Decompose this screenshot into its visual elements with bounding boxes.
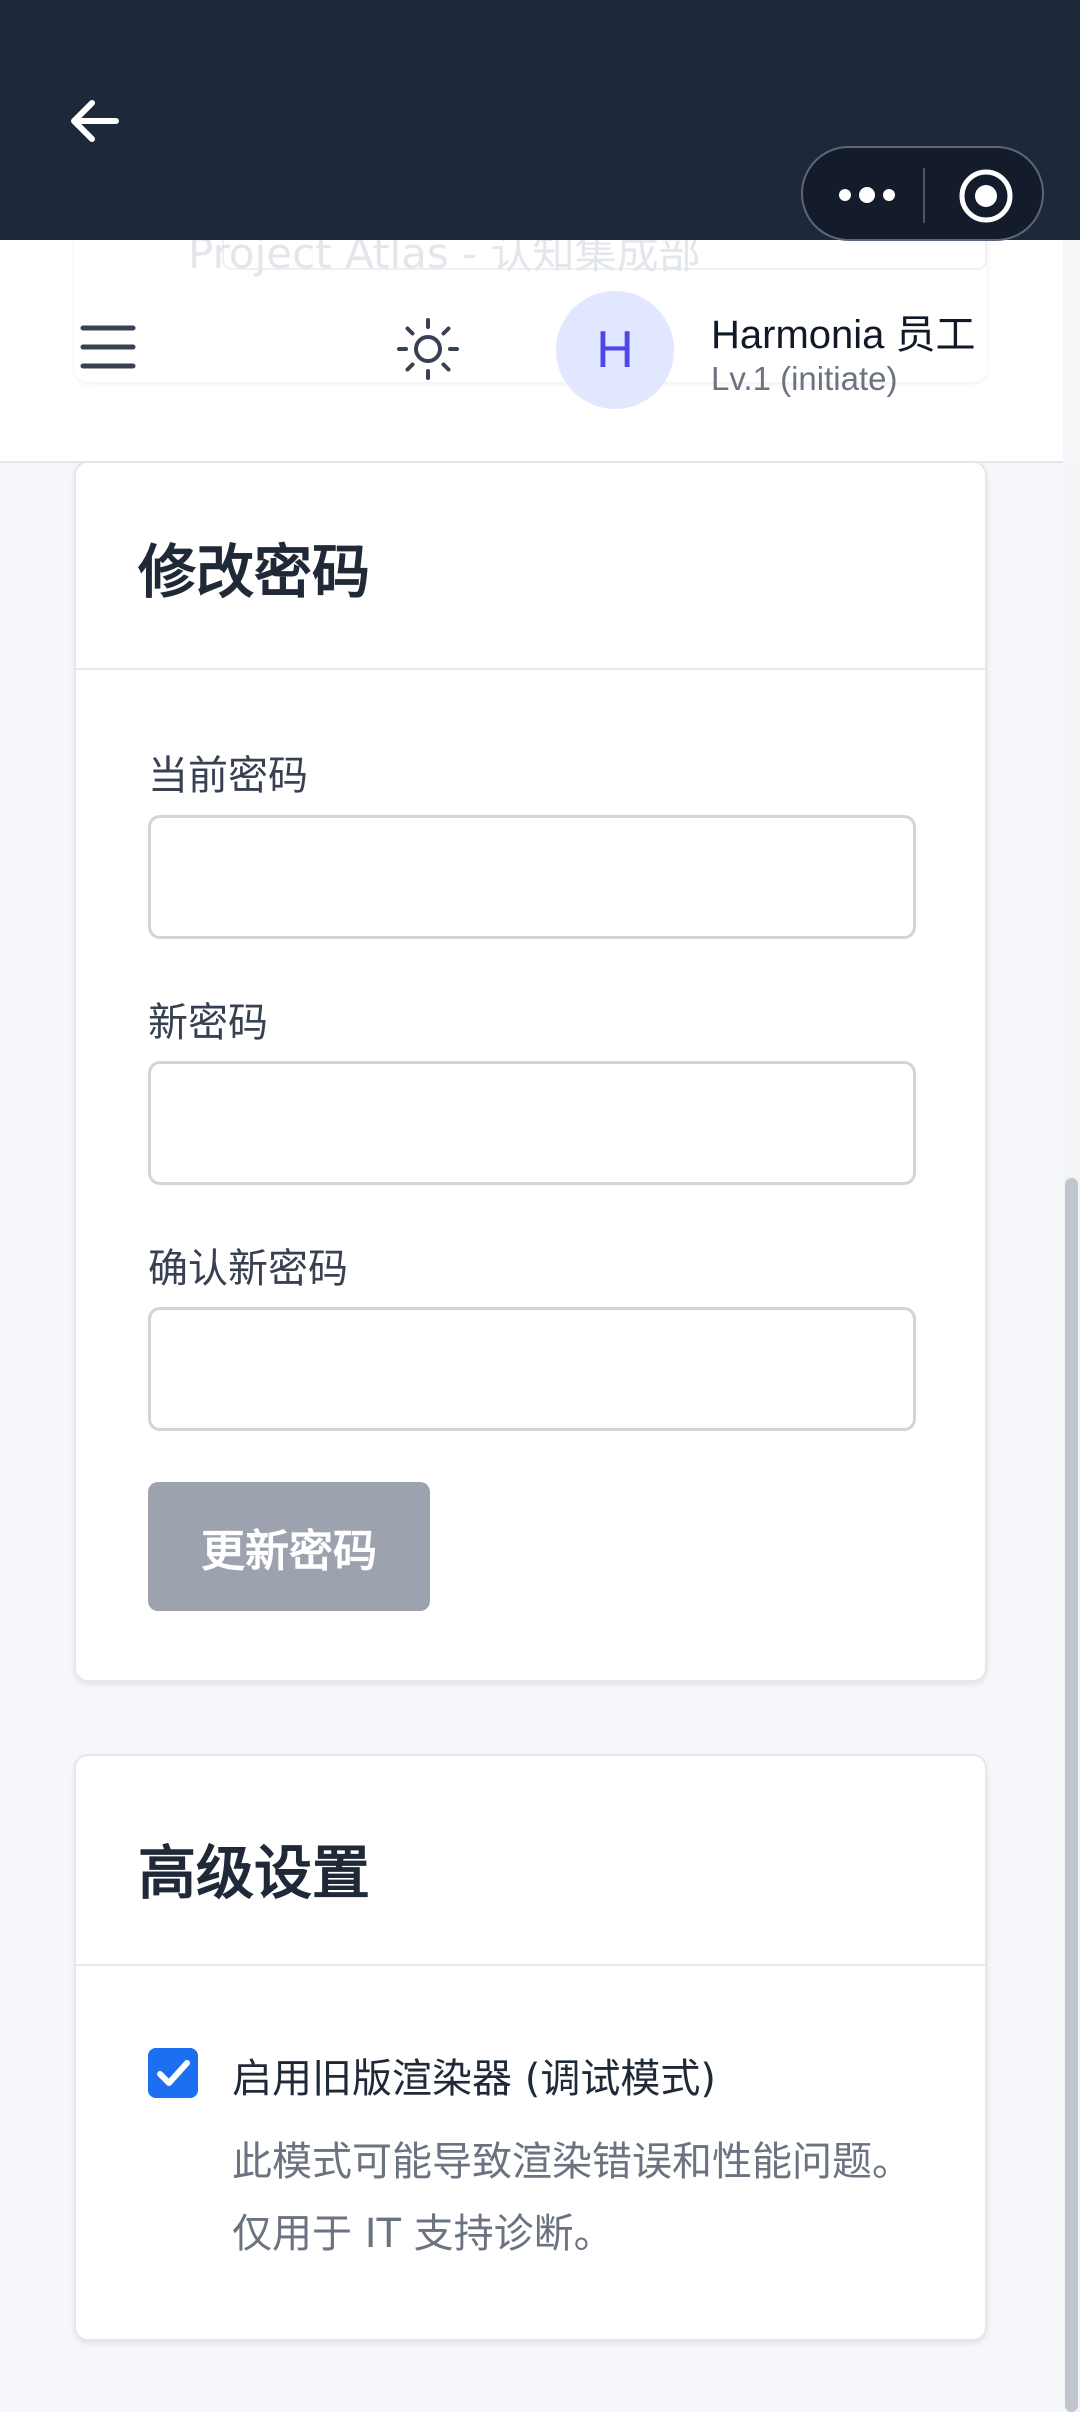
card-divider <box>76 668 985 670</box>
user-name: Harmonia 员工 <box>711 313 976 357</box>
avatar[interactable]: H <box>556 291 674 409</box>
confirm-password-label: 确认新密码 <box>148 1246 348 1292</box>
target-icon[interactable] <box>958 168 1014 224</box>
change-password-card: 修改密码 当前密码 新密码 确认新密码 更新密码 <box>74 461 987 1682</box>
update-password-button[interactable]: 更新密码 <box>148 1482 430 1611</box>
new-password-label: 新密码 <box>148 1000 268 1046</box>
current-password-label: 当前密码 <box>148 753 308 799</box>
change-password-title: 修改密码 <box>138 538 371 606</box>
legacy-renderer-description: 此模式可能导致渲染错误和性能问题。仅用于 IT 支持诊断。 <box>232 2139 912 2257</box>
current-password-input[interactable] <box>148 815 916 939</box>
legacy-renderer-label[interactable]: 启用旧版渲染器 (调试模式) <box>232 2046 716 2104</box>
app-top-bar <box>0 0 1080 241</box>
card-divider <box>76 1964 985 1966</box>
confirm-password-input[interactable] <box>148 1307 916 1431</box>
mini-program-capsule <box>801 146 1044 241</box>
advanced-settings-title: 高级设置 <box>138 1839 371 1907</box>
legacy-renderer-checkbox[interactable] <box>148 2048 198 2098</box>
more-dots-icon[interactable] <box>837 178 897 212</box>
sun-icon[interactable] <box>395 316 461 382</box>
hamburger-icon[interactable] <box>80 322 136 372</box>
user-level: Lv.1 (initiate) <box>711 360 898 397</box>
back-arrow-icon[interactable] <box>62 88 128 154</box>
capsule-divider <box>923 168 925 223</box>
scrollbar-thumb[interactable] <box>1065 1178 1078 2412</box>
new-password-input[interactable] <box>148 1061 916 1185</box>
advanced-settings-card: 高级设置 启用旧版渲染器 (调试模式) 此模式可能导致渲染错误和性能问题。仅用于… <box>74 1754 987 2341</box>
